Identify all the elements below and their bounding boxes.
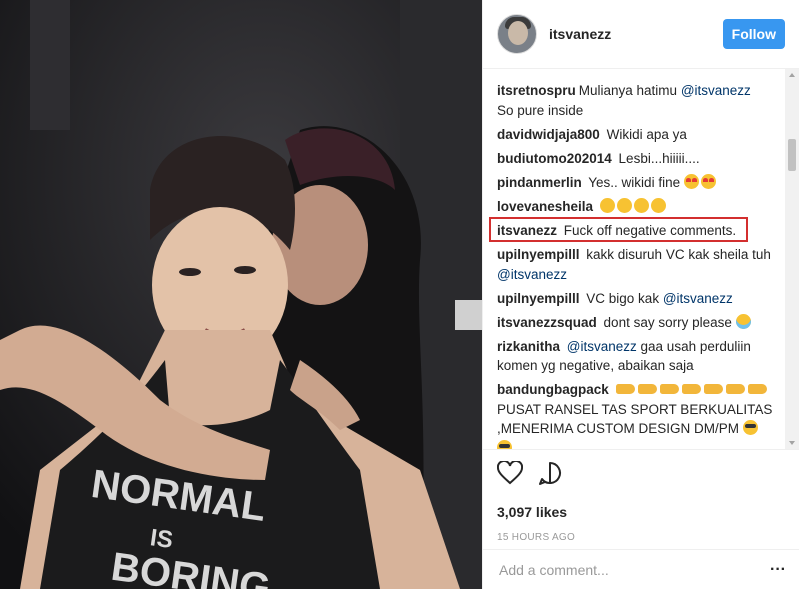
comment-item: pindanmerlin Yes.. wikidi fine <box>497 173 779 193</box>
pointing-hand-emoji-icon <box>681 384 701 395</box>
avatar[interactable] <box>497 14 537 54</box>
pointing-hand-emoji-icon <box>747 384 767 395</box>
comment-author[interactable]: budiutomo202014 <box>497 151 612 166</box>
comment-author[interactable]: pindanmerlin <box>497 175 582 190</box>
sunglasses-emoji-icon <box>742 420 758 436</box>
comment-mention[interactable]: @itsvanezz <box>567 339 637 354</box>
comment-author[interactable]: lovevanesheila <box>497 199 593 214</box>
scrollbar-thumb[interactable] <box>788 139 796 171</box>
comment-text: kakk disuruh VC kak sheila tuh <box>586 247 771 263</box>
comment-text: PUSAT RANSEL TAS SPORT BERKUALITAS ,MENE… <box>497 401 773 437</box>
instagram-post: NORMAL IS BORING itsvanezz Follow itsret… <box>0 0 799 589</box>
comment-mention[interactable]: @itsvanezz <box>663 291 733 306</box>
scroll-down-arrow-icon[interactable] <box>789 441 795 445</box>
post-sidebar: itsvanezz Follow itsretnospru Mulianya ha… <box>482 0 799 589</box>
post-header: itsvanezz Follow <box>483 0 799 69</box>
comment-author[interactable]: itsvanezz <box>497 223 557 238</box>
comment-text: VC bigo kak <box>586 290 663 306</box>
add-comment-bar: ··· <box>483 549 799 589</box>
comment-text: dont say sorry please <box>603 314 736 330</box>
comment-author[interactable]: itsretnospru <box>497 83 576 98</box>
photo-illustration: NORMAL IS BORING <box>0 0 482 589</box>
add-comment-input[interactable] <box>497 560 771 579</box>
action-icons <box>496 459 786 490</box>
comment-text: Yes.. wikidi fine <box>588 174 684 190</box>
comment-item: itsretnospru Mulianya hatimu @itsvanezz S… <box>497 81 779 120</box>
post-photo[interactable]: NORMAL IS BORING <box>0 0 482 589</box>
comments-list: itsretnospru Mulianya hatimu @itsvanezz S… <box>483 69 786 449</box>
comment-bubble-icon[interactable] <box>537 461 563 490</box>
pointing-hand-emoji-icon <box>659 384 679 395</box>
crying-emoji-icon <box>735 313 751 329</box>
comment-item: itsvanezzsquad dont say sorry please <box>497 313 779 333</box>
more-dots-icon[interactable]: ··· <box>770 561 786 579</box>
scroll-up-arrow-icon[interactable] <box>789 73 795 77</box>
comment-item: lovevanesheila <box>497 197 779 217</box>
comment-text-continued: So pure inside <box>497 102 584 118</box>
comment-author[interactable]: davidwidjaja800 <box>497 127 600 142</box>
comment-text: Fuck off negative comments. <box>563 222 737 238</box>
comment-mention[interactable]: @itsvanezz <box>681 83 751 98</box>
comment-item: upilnyempilll VC bigo kak @itsvanezz <box>497 289 779 309</box>
post-username[interactable]: itsvanezz <box>549 26 611 42</box>
comment-author[interactable]: upilnyempilll <box>497 291 580 306</box>
likes-count[interactable]: 3,097 likes <box>497 504 786 520</box>
pointing-hand-emoji-icon <box>637 384 657 395</box>
heart-eyes-emoji-icon <box>683 173 699 189</box>
comment-item: davidwidjaja800 Wikidi apa ya <box>497 125 779 145</box>
highlighted-comment: itsvanezz Fuck off negative comments. <box>489 217 779 242</box>
comment-item: budiutomo202014 Lesbi...hiiiii.... <box>497 149 779 169</box>
heart-icon[interactable] <box>496 459 524 490</box>
comment-item: upilnyempilll kakk disuruh VC kak sheila… <box>497 245 779 284</box>
smile-emoji-icon <box>650 197 666 213</box>
comment-author[interactable]: itsvanezzsquad <box>497 315 597 330</box>
comments-scrollbar[interactable] <box>785 69 799 449</box>
comment-item: rizkanitha @itsvanezz gaa usah perduliin… <box>497 337 779 376</box>
smile-emoji-icon <box>616 197 632 213</box>
post-timestamp[interactable]: 15 HOURS AGO <box>497 532 786 543</box>
sunglasses-emoji-icon <box>497 439 512 449</box>
pointing-hand-emoji-icon <box>615 384 635 395</box>
comment-author[interactable]: rizkanitha <box>497 339 560 354</box>
post-actions: 3,097 likes 15 HOURS AGO <box>483 449 799 549</box>
comment-mention[interactable]: @itsvanezz <box>497 267 567 282</box>
comment-item: bandungbagpack PUSAT RANSEL TAS SPORT BE… <box>497 380 779 449</box>
pointing-hand-emoji-icon <box>725 384 745 395</box>
kiss-emoji-icon <box>599 197 615 213</box>
heart-eyes-emoji-icon <box>700 173 716 189</box>
comment-text: Mulianya hatimu <box>578 83 681 98</box>
smile-emoji-icon <box>633 197 649 213</box>
comment-author[interactable]: upilnyempilll <box>497 247 580 262</box>
comment-author[interactable]: bandungbagpack <box>497 382 609 397</box>
comment-text: Wikidi apa ya <box>606 126 687 142</box>
follow-button[interactable]: Follow <box>722 19 785 49</box>
pointing-hand-emoji-icon <box>703 384 723 395</box>
comment-text: Lesbi...hiiiii.... <box>618 150 700 166</box>
